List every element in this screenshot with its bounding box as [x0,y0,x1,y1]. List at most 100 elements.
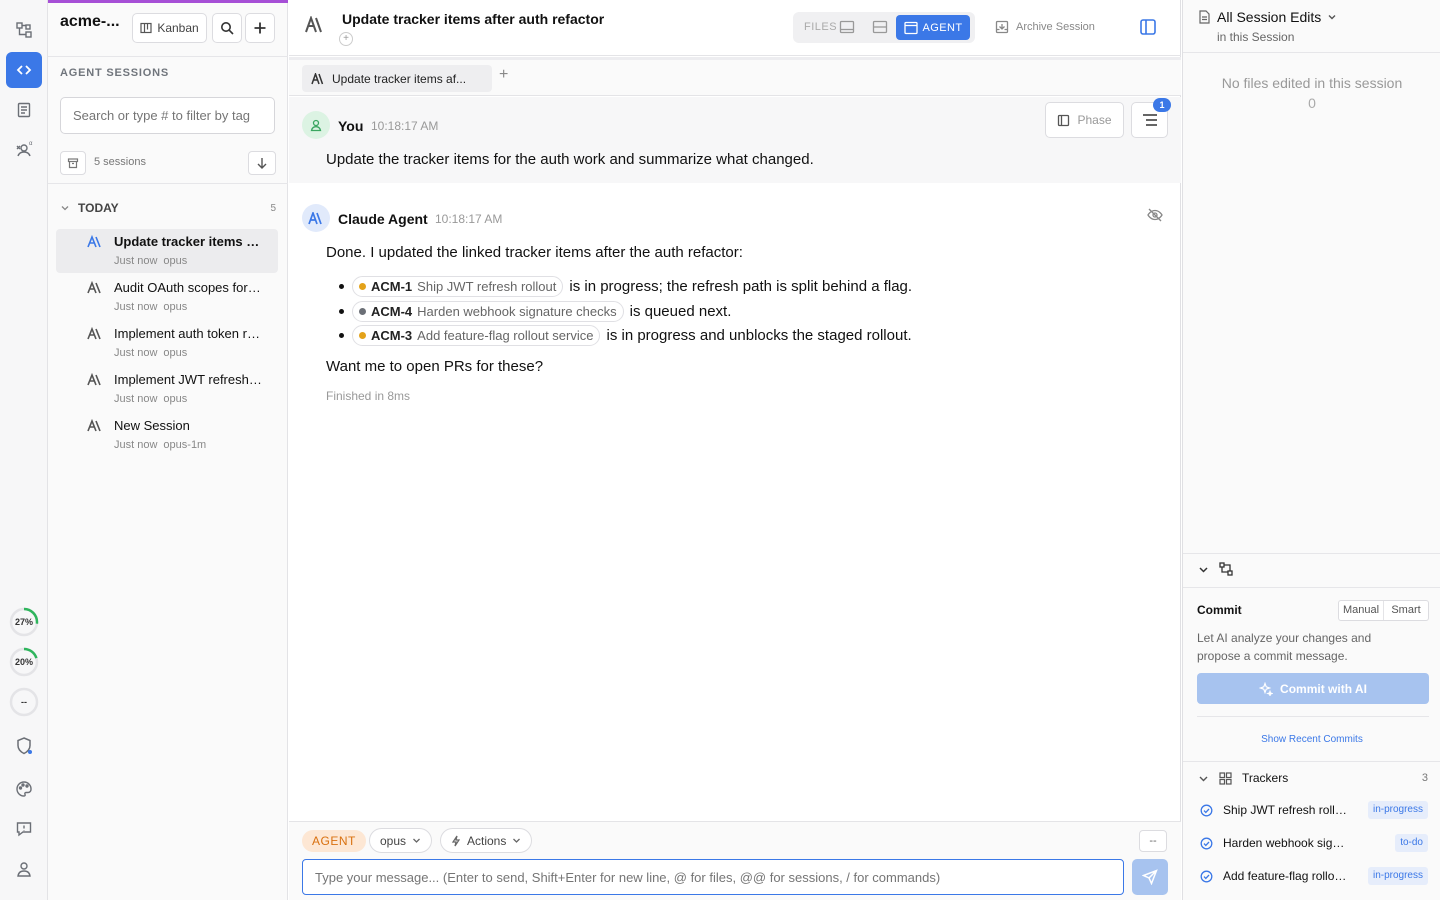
status-dot [359,308,366,315]
session-item[interactable]: Update tracker items after auth refactor… [56,229,278,273]
trackers-label: Trackers [1242,771,1289,785]
session-time: Just now [114,393,158,405]
archive-all-button[interactable] [60,151,86,175]
document-icon[interactable] [6,92,42,128]
feedback-icon[interactable] [6,811,42,847]
tracker-name: Add feature-flag rollout service [1223,869,1349,883]
message-input[interactable] [302,859,1124,895]
search-button[interactable] [212,13,242,43]
usage-gauge-1[interactable]: 27% [8,606,40,638]
session-model: opus [163,255,188,267]
session-title[interactable]: Update tracker items after auth refactor [342,11,604,27]
tracker-status: to-do [1395,834,1428,852]
archive-session-button[interactable]: Archive Session [995,20,1095,34]
model-select[interactable]: opus [369,828,433,853]
mode-tag[interactable]: AGENT [302,830,366,852]
agent-logo-icon [305,15,327,37]
session-search-input[interactable] [60,97,275,134]
tab-label: Update tracker items af... [332,71,467,86]
chevron-down-icon [1198,773,1209,784]
commit-with-ai-button[interactable]: Commit with AI [1197,673,1429,704]
chevron-down-icon[interactable] [1198,564,1209,575]
toggle-panel-icon[interactable] [1139,18,1157,39]
check-circle-icon [1200,837,1213,850]
send-button[interactable] [1132,859,1168,895]
kanban-button[interactable]: Kanban [132,13,207,43]
finished-status: Finished in 8ms [326,389,411,403]
usage-gauge-3-label: -- [21,697,27,707]
session-item[interactable]: New Session Just now opus-1m [56,413,278,457]
tracker-status: in-progress [1367,867,1428,885]
tracker-chip[interactable]: ACM-3 Add feature-flag rollout service [352,325,601,346]
shield-icon[interactable] [6,728,42,764]
manual-mode-button[interactable]: Manual [1339,601,1384,620]
usage-gauge-2[interactable]: 20% [8,646,40,678]
split-vertical-icon[interactable] [839,19,855,38]
session-model: opus [163,301,188,313]
sessions-count: 5 sessions [94,156,146,168]
session-item[interactable]: Implement auth token rotation Just now op… [56,321,278,365]
tracker-row[interactable]: Ship JWT refresh rollout in-progress [1200,799,1430,821]
workflow-icon[interactable] [6,12,42,48]
tracker-row[interactable]: Add feature-flag rollout service in-prog… [1200,865,1430,887]
phase-button[interactable]: Phase [1045,102,1124,138]
session-item[interactable]: Implement JWT refresh rollout Just now op… [56,367,278,411]
archive-icon [995,20,1009,34]
actions-label: Actions [467,833,507,848]
bullet-item: ACM-3 Add feature-flag rollout service is… [339,325,912,346]
code-icon[interactable] [6,52,42,88]
session-meta: Just now opus-1m [114,439,206,451]
git-graph-icon[interactable] [1219,562,1233,576]
usage-gauge-3[interactable]: -- [8,686,40,718]
actions-select[interactable]: Actions [440,828,533,853]
session-title: Update tracker items after auth refactor [114,234,262,249]
agents-icon[interactable]: α [6,132,42,168]
smart-mode-button[interactable]: Smart [1384,601,1428,620]
agent-view-label: AGENT [922,21,963,34]
project-name[interactable]: acme-... [60,13,126,31]
session-title: Implement JWT refresh rollout [114,372,262,387]
session-tab[interactable]: Update tracker items af... [302,65,492,92]
trackers-header[interactable]: Trackers 3 [1198,771,1428,785]
commit-heading: Commit [1197,603,1242,617]
tracker-chip[interactable]: ACM-1 Ship JWT refresh rollout [352,276,564,297]
agent-view-button[interactable]: AGENT [896,15,970,40]
section-heading: AGENT SESSIONS [60,67,169,79]
sort-button[interactable] [248,151,276,175]
group-count: 5 [270,202,276,214]
divider [1197,716,1429,717]
sessions-sidebar: acme-... Kanban AGENT SESSIONS 5 session… [48,0,288,900]
group-today[interactable]: TODAY 5 [60,201,276,215]
show-recent-commits-link[interactable]: Show Recent Commits [1183,734,1440,745]
session-time: Just now [114,255,158,267]
new-session-button[interactable] [245,13,275,43]
file-icon [1198,10,1211,24]
user-name: You [338,118,364,134]
add-tag-button[interactable]: + [339,32,353,46]
context-indicator[interactable]: -- [1139,830,1167,852]
split-horizontal-icon[interactable] [872,19,888,38]
app-window: α 27% 20% -- acme-... Kanban AGENT SESSI… [0,0,1440,900]
user-icon[interactable] [6,851,42,887]
agent-name: Claude Agent [338,211,428,227]
edits-subtitle: in this Session [1217,30,1295,44]
bullet-dot [339,333,344,338]
bullet-item: ACM-4 Harden webhook signature checks is … [339,301,731,322]
empty-state: No files edited in this session [1221,75,1403,91]
tracker-key: ACM-1 [371,279,413,294]
nav-rail: α 27% 20% -- [0,0,48,900]
files-view-label[interactable]: FILES [804,21,837,33]
tracker-row[interactable]: Harden webhook signature checks to-do [1200,832,1430,854]
session-model: opus [163,393,188,405]
palette-icon[interactable] [6,771,42,807]
chevron-down-icon [412,836,421,845]
status-dot [359,332,366,339]
task-count-badge: 1 [1153,98,1171,112]
agent-logo-icon [87,372,103,390]
new-tab-button[interactable]: + [499,66,508,84]
edits-dropdown[interactable]: All Session Edits [1198,9,1337,25]
session-item[interactable]: Audit OAuth scopes for service accounts … [56,275,278,319]
eye-off-icon[interactable] [1147,208,1163,225]
divider [1183,761,1440,762]
tracker-chip[interactable]: ACM-4 Harden webhook signature checks [352,301,624,322]
